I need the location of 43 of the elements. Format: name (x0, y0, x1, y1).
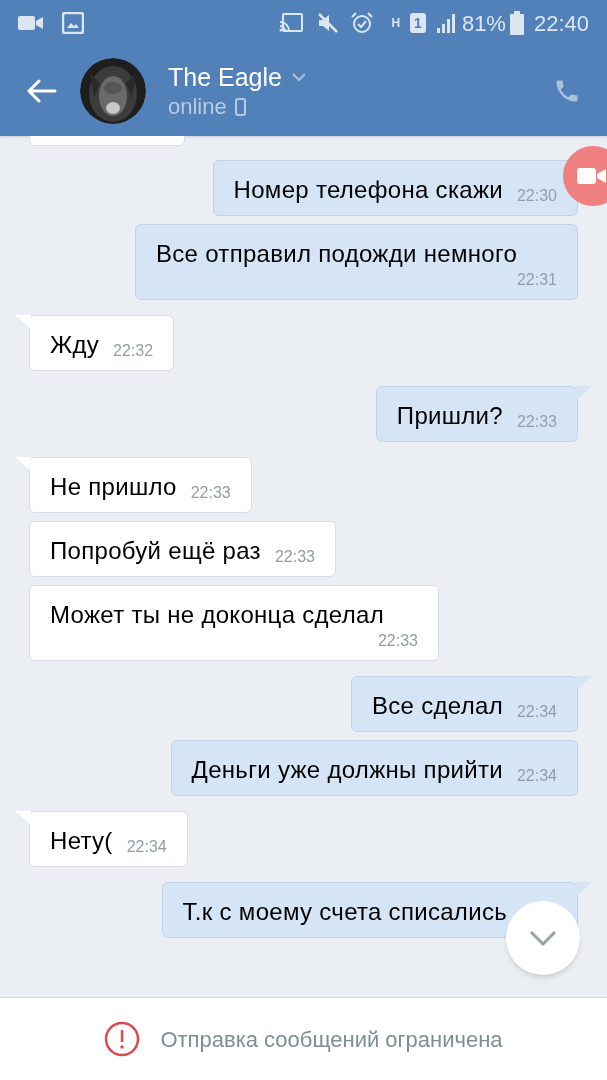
message-time: 22:33 (273, 547, 315, 567)
presence-status: online (168, 93, 227, 121)
alarm-icon (351, 12, 374, 34)
restriction-notice: Отправка сообщений ограничена (160, 1025, 503, 1054)
clock: 22:40 (533, 9, 589, 38)
message-time: 22:32 (112, 341, 154, 361)
battery-icon (509, 11, 524, 35)
message-time: 22:33 (189, 483, 231, 503)
message-time: 22:34 (515, 766, 557, 786)
message-text: Номер телефона скажи (233, 175, 503, 205)
contact-name[interactable]: The Eagle (168, 61, 282, 93)
video-camera-icon (18, 14, 44, 32)
warning-icon (104, 1021, 141, 1057)
message-time: 22:33 (515, 412, 557, 432)
video-camera-icon (577, 166, 607, 186)
sim-indicator: 1 (410, 13, 426, 33)
message-text: Все сделал (372, 691, 503, 721)
message-text: Жду (50, 330, 100, 360)
phone-device-icon (234, 98, 246, 116)
back-arrow-icon (27, 79, 57, 103)
network-type: H (391, 17, 401, 29)
chevron-down-icon[interactable] (291, 72, 306, 82)
message-text: Попробуй ещё раз (50, 536, 261, 566)
signal-icon (435, 13, 458, 33)
chevron-down-icon (529, 930, 557, 946)
message-text: Деньги уже должны прийти (191, 755, 503, 785)
image-icon (62, 12, 84, 34)
message-text: Может ты не доконца сделал (50, 600, 384, 630)
video-call-button[interactable] (563, 146, 607, 206)
message-time: 22:34 (125, 837, 167, 857)
message-time: 22:30 (515, 186, 557, 206)
message-text: Пришли? (396, 401, 503, 431)
mute-icon (317, 12, 340, 34)
message-time: 22:31 (515, 270, 557, 290)
message-text: Т.к с моему счета списались (182, 897, 507, 927)
battery-percent: 81% (461, 9, 506, 38)
message-text: Нету( (50, 826, 113, 856)
scroll-down-button[interactable] (506, 901, 580, 975)
cast-icon (279, 13, 304, 33)
message-text: Не пришло (50, 472, 177, 502)
message-text: Все отправил подожди немного (156, 239, 518, 269)
message-time: 22:33 (376, 631, 418, 651)
message-time: 22:34 (515, 702, 557, 722)
